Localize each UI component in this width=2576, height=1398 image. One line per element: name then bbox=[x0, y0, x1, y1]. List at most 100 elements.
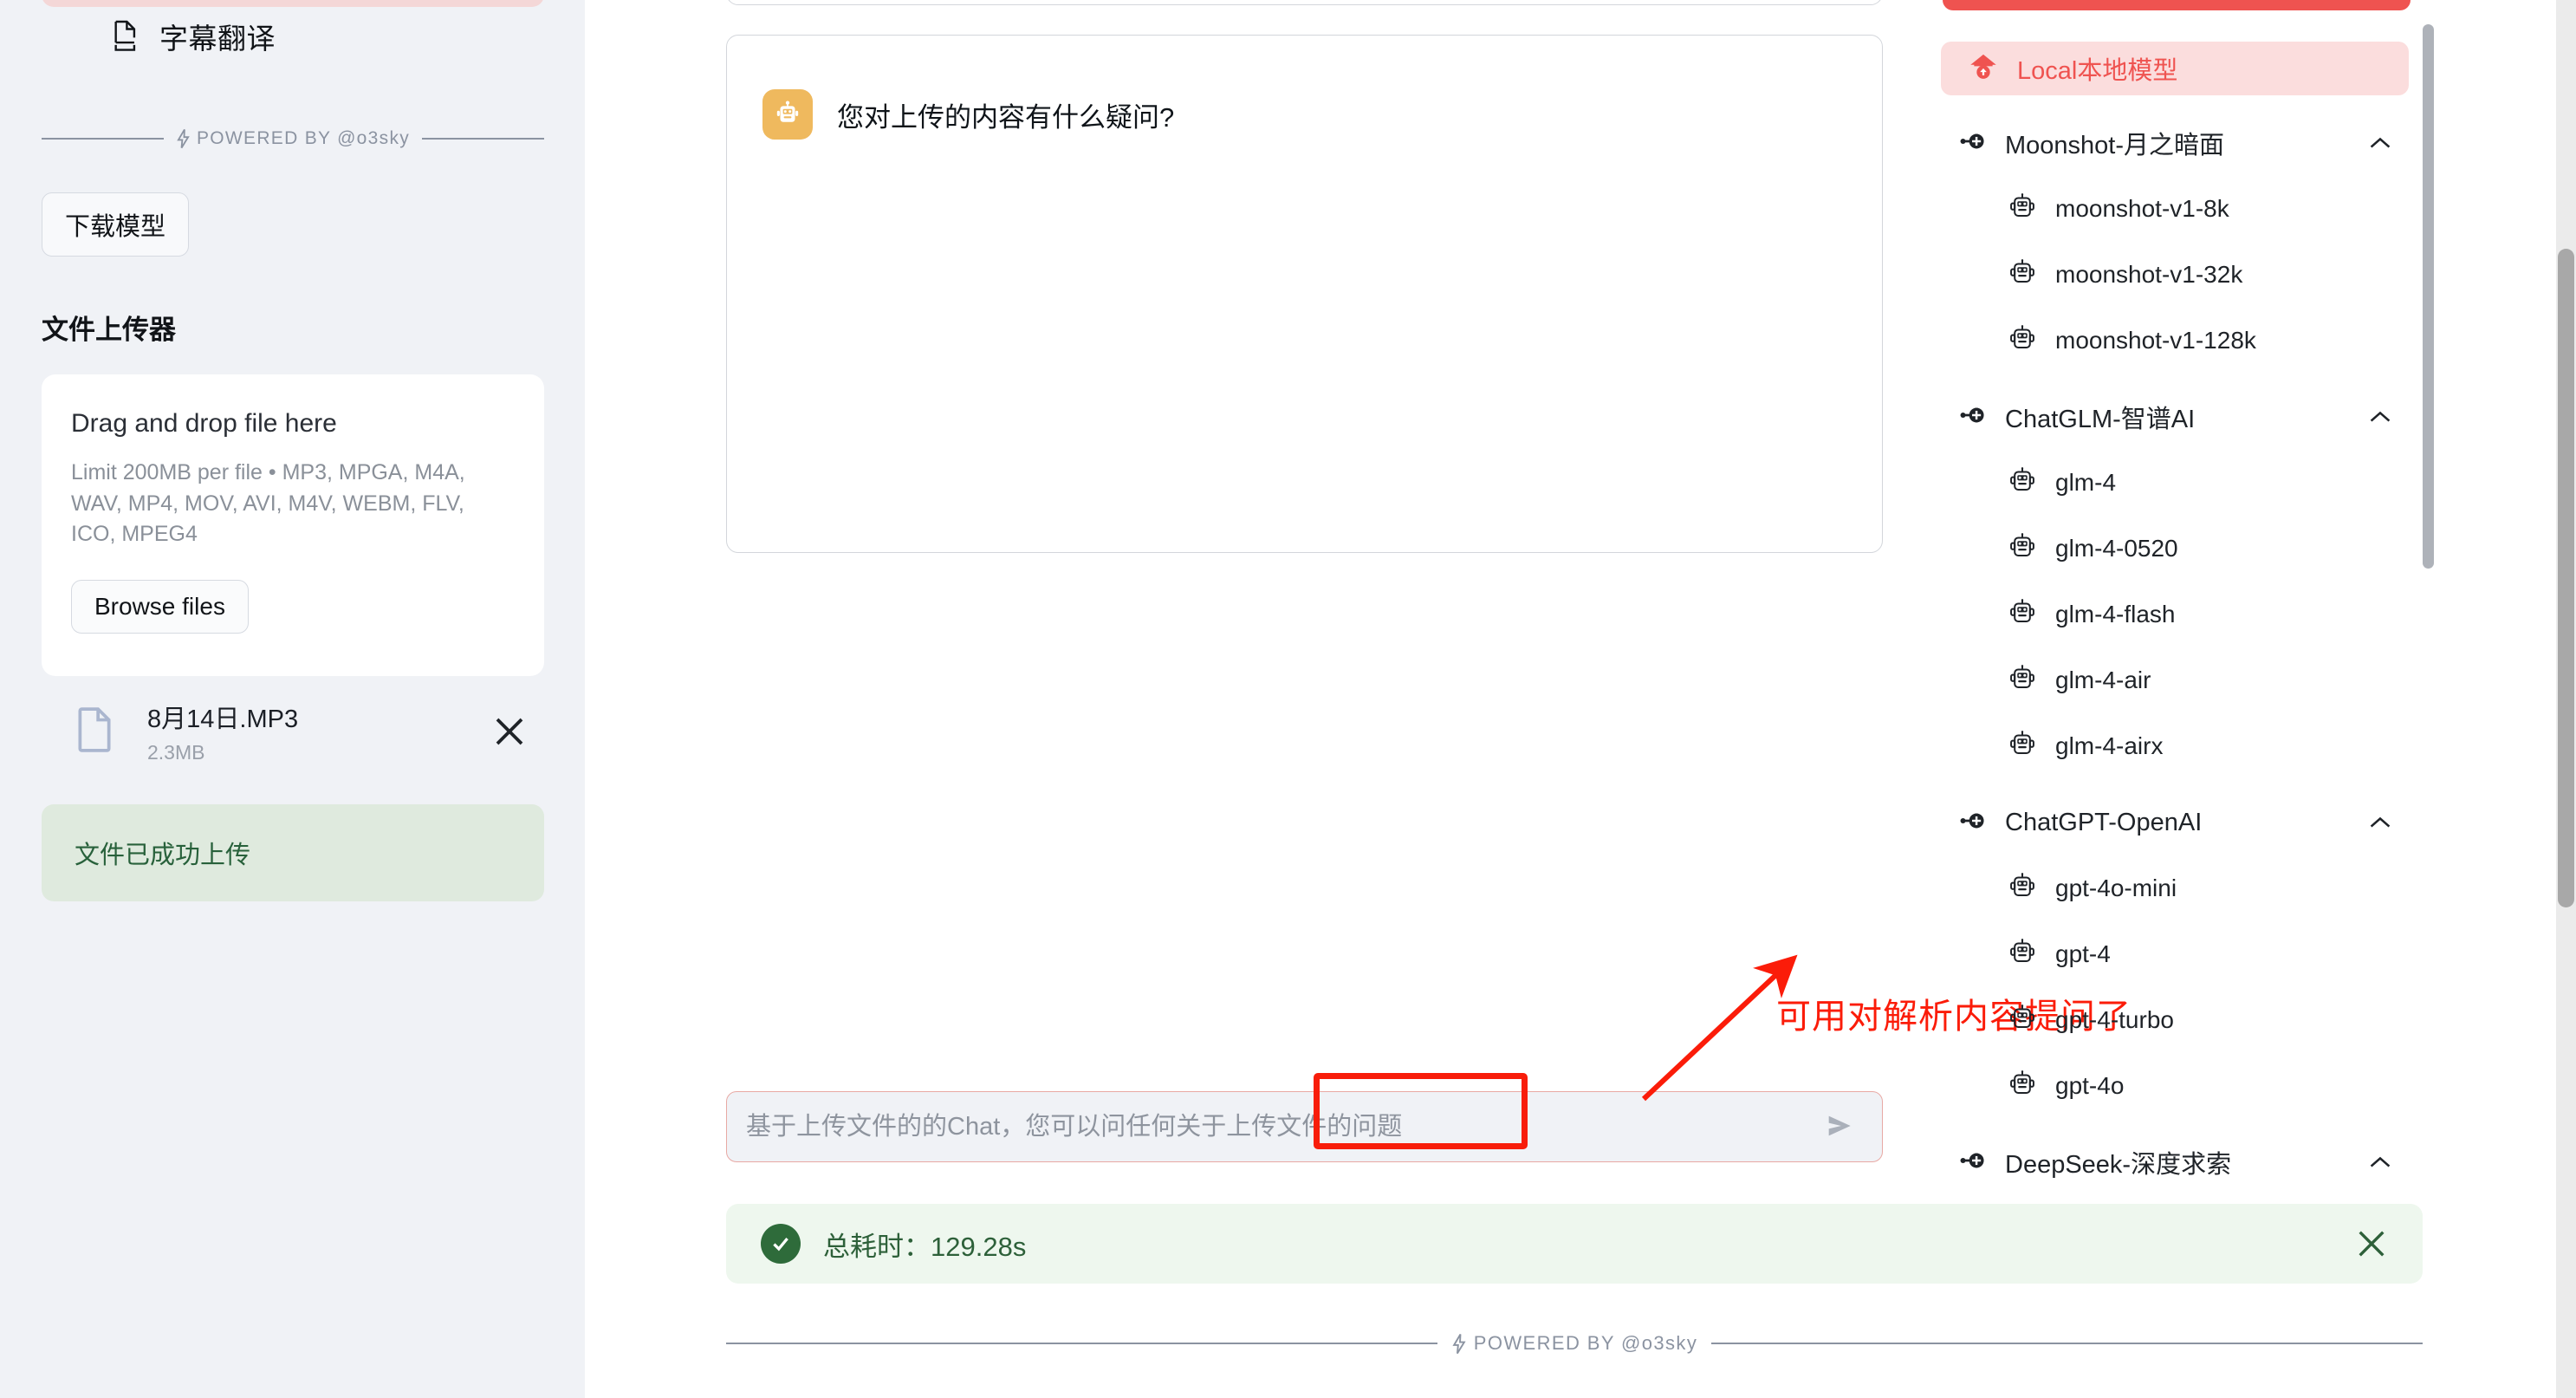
chevron-up-icon[interactable] bbox=[2369, 135, 2411, 151]
model-option-gpt-4o-mini[interactable]: gpt-4o-mini bbox=[2008, 868, 2407, 908]
model-option-label: glm-4-airx bbox=[2055, 732, 2164, 759]
divider-line-left bbox=[42, 138, 164, 140]
powered-by-text-wrap: POWERED BY @o3sky bbox=[176, 128, 410, 149]
robot-icon bbox=[2008, 664, 2036, 697]
file-name: 8月14日.MP3 bbox=[147, 706, 299, 733]
document-export-icon bbox=[111, 20, 140, 53]
powered-by-label: POWERED BY @o3sky bbox=[196, 128, 411, 148]
panel-top-red-button[interactable] bbox=[1943, 0, 2411, 10]
model-selector-panel: Local本地模型 Moonshot-月之暗面 moonshot-v1-8k moo… bbox=[1932, 0, 2452, 1398]
file-icon bbox=[42, 706, 113, 757]
robot-icon bbox=[2008, 1004, 2036, 1037]
previous-chat-card bbox=[726, 0, 1883, 5]
app-root: 字幕翻译 POWERED BY @o3sky 下载模型 文件上传器 Drag a… bbox=[0, 0, 2576, 1398]
sidebar-item-subtitle-translate[interactable]: 字幕翻译 bbox=[111, 16, 276, 57]
model-group-label: DeepSeek-深度求索 bbox=[2005, 1151, 2232, 1179]
model-option-label: glm-4-air bbox=[2055, 666, 2151, 693]
chevron-up-icon[interactable] bbox=[2369, 409, 2411, 425]
model-option-glm-4-flash[interactable]: glm-4-flash bbox=[2008, 595, 2407, 634]
plug-icon bbox=[1960, 132, 1986, 155]
left-sidebar: 字幕翻译 POWERED BY @o3sky 下载模型 文件上传器 Drag a… bbox=[0, 0, 585, 1398]
model-group-4[interactable]: DeepSeek-深度求索 bbox=[1960, 1141, 2411, 1184]
robot-icon bbox=[2008, 532, 2036, 565]
upload-success-text: 文件已成功上传 bbox=[75, 842, 251, 869]
model-option-gpt-4o[interactable]: gpt-4o bbox=[2008, 1066, 2407, 1106]
chat-input[interactable] bbox=[727, 1112, 1799, 1141]
uploaded-file-row: 8月14日.MP3 2.3MB bbox=[42, 689, 544, 774]
model-option-moonshot-v1-8k[interactable]: moonshot-v1-8k bbox=[2008, 189, 2407, 229]
chevron-up-icon[interactable] bbox=[2369, 815, 2411, 830]
footer-powered-by-label: POWERED BY @o3sky bbox=[1473, 1332, 1698, 1354]
check-circle-icon bbox=[761, 1224, 801, 1264]
model-option-glm-4-airx[interactable]: glm-4-airx bbox=[2008, 726, 2407, 766]
robot-icon bbox=[2008, 938, 2036, 971]
model-option-label: glm-4-0520 bbox=[2055, 535, 2178, 562]
upload-success-banner: 文件已成功上传 bbox=[42, 804, 544, 901]
model-option-moonshot-v1-128k[interactable]: moonshot-v1-128k bbox=[2008, 321, 2407, 361]
model-group-3[interactable]: ChatGPT-OpenAI bbox=[1960, 801, 2411, 844]
plug-icon bbox=[1960, 406, 1986, 429]
divider-line-right bbox=[422, 138, 544, 140]
plug-icon bbox=[1960, 811, 1986, 835]
model-group-2[interactable]: ChatGLM-智谱AI bbox=[1960, 395, 2411, 439]
robot-icon bbox=[2008, 872, 2036, 905]
model-option-label: moonshot-v1-128k bbox=[2055, 327, 2256, 354]
model-group-label: Moonshot-月之暗面 bbox=[2005, 132, 2225, 159]
download-model-button[interactable]: 下载模型 bbox=[42, 192, 190, 257]
home-upload-icon bbox=[1969, 53, 1998, 85]
sidebar-top-highlight-pill[interactable] bbox=[42, 0, 544, 7]
file-meta: 8月14日.MP3 2.3MB bbox=[147, 699, 492, 764]
model-option-glm-4-0520[interactable]: glm-4-0520 bbox=[2008, 529, 2407, 569]
send-arrow-icon bbox=[1823, 1111, 1858, 1143]
model-option-label: moonshot-v1-8k bbox=[2055, 195, 2229, 222]
footer-powered-by-wrap: POWERED BY @o3sky bbox=[1451, 1332, 1697, 1355]
dropzone-title: Drag and drop file here bbox=[71, 409, 337, 438]
model-option-label: gpt-4-turbo bbox=[2055, 1006, 2174, 1033]
file-uploader-section-title: 文件上传器 bbox=[42, 315, 176, 345]
model-option-gpt-4[interactable]: gpt-4 bbox=[2008, 934, 2407, 974]
model-option-label: glm-4-flash bbox=[2055, 601, 2176, 627]
model-option-label: moonshot-v1-32k bbox=[2055, 261, 2243, 288]
file-size: 2.3MB bbox=[147, 741, 205, 764]
model-group-label: ChatGPT-OpenAI bbox=[2005, 808, 2203, 836]
plug-icon bbox=[1960, 1151, 1986, 1174]
robot-icon bbox=[2008, 192, 2036, 225]
bolt-icon bbox=[1451, 1333, 1467, 1355]
robot-icon bbox=[2008, 466, 2036, 499]
bot-message: 您对上传的内容有什么疑问? bbox=[762, 89, 1174, 140]
send-button[interactable] bbox=[1799, 1092, 1882, 1161]
file-dropzone[interactable]: Drag and drop file here Limit 200MB per … bbox=[42, 374, 544, 676]
robot-icon bbox=[2008, 598, 2036, 631]
model-option-moonshot-v1-32k[interactable]: moonshot-v1-32k bbox=[2008, 255, 2407, 295]
browse-files-button[interactable]: Browse files bbox=[71, 579, 249, 634]
sidebar-powered-by-divider: POWERED BY @o3sky bbox=[42, 128, 544, 149]
model-group-1[interactable]: Moonshot-月之暗面 bbox=[1960, 121, 2411, 165]
model-group-label: ChatGLM-智谱AI bbox=[2005, 406, 2196, 433]
bolt-icon bbox=[176, 128, 191, 149]
model-option-glm-4-air[interactable]: glm-4-air bbox=[2008, 660, 2407, 700]
model-item-label: Local本地模型 bbox=[2017, 57, 2178, 85]
robot-icon bbox=[2008, 324, 2036, 357]
chevron-up-icon[interactable] bbox=[2369, 1154, 2411, 1170]
chat-card: 您对上传的内容有什么疑问? bbox=[726, 35, 1883, 553]
dropzone-subtitle: Limit 200MB per file • MP3, MPGA, M4A, W… bbox=[71, 460, 465, 546]
model-option-label: gpt-4o-mini bbox=[2055, 875, 2177, 901]
browser-scrollbar[interactable] bbox=[2556, 0, 2576, 1398]
bot-message-text: 您对上传的内容有什么疑问? bbox=[837, 101, 1175, 133]
robot-icon bbox=[2008, 1070, 2036, 1102]
model-option-gpt-4-turbo[interactable]: gpt-4-turbo bbox=[2008, 1000, 2407, 1040]
model-item-local[interactable]: Local本地模型 bbox=[1941, 42, 2409, 95]
model-option-glm-4[interactable]: glm-4 bbox=[2008, 463, 2407, 503]
panel-scrollbar-thumb[interactable] bbox=[2423, 24, 2434, 569]
robot-icon bbox=[2008, 258, 2036, 291]
robot-icon bbox=[762, 89, 813, 140]
model-option-label: gpt-4 bbox=[2055, 940, 2111, 967]
close-icon[interactable] bbox=[492, 714, 544, 749]
robot-icon bbox=[2008, 730, 2036, 763]
footer-divider-line-left bbox=[726, 1343, 1437, 1344]
sidebar-item-label: 字幕翻译 bbox=[159, 23, 276, 55]
model-option-label: gpt-4o bbox=[2055, 1072, 2125, 1099]
chat-composer[interactable] bbox=[726, 1091, 1883, 1162]
model-option-label: glm-4 bbox=[2055, 469, 2117, 496]
browser-scrollbar-thumb[interactable] bbox=[2558, 249, 2574, 907]
